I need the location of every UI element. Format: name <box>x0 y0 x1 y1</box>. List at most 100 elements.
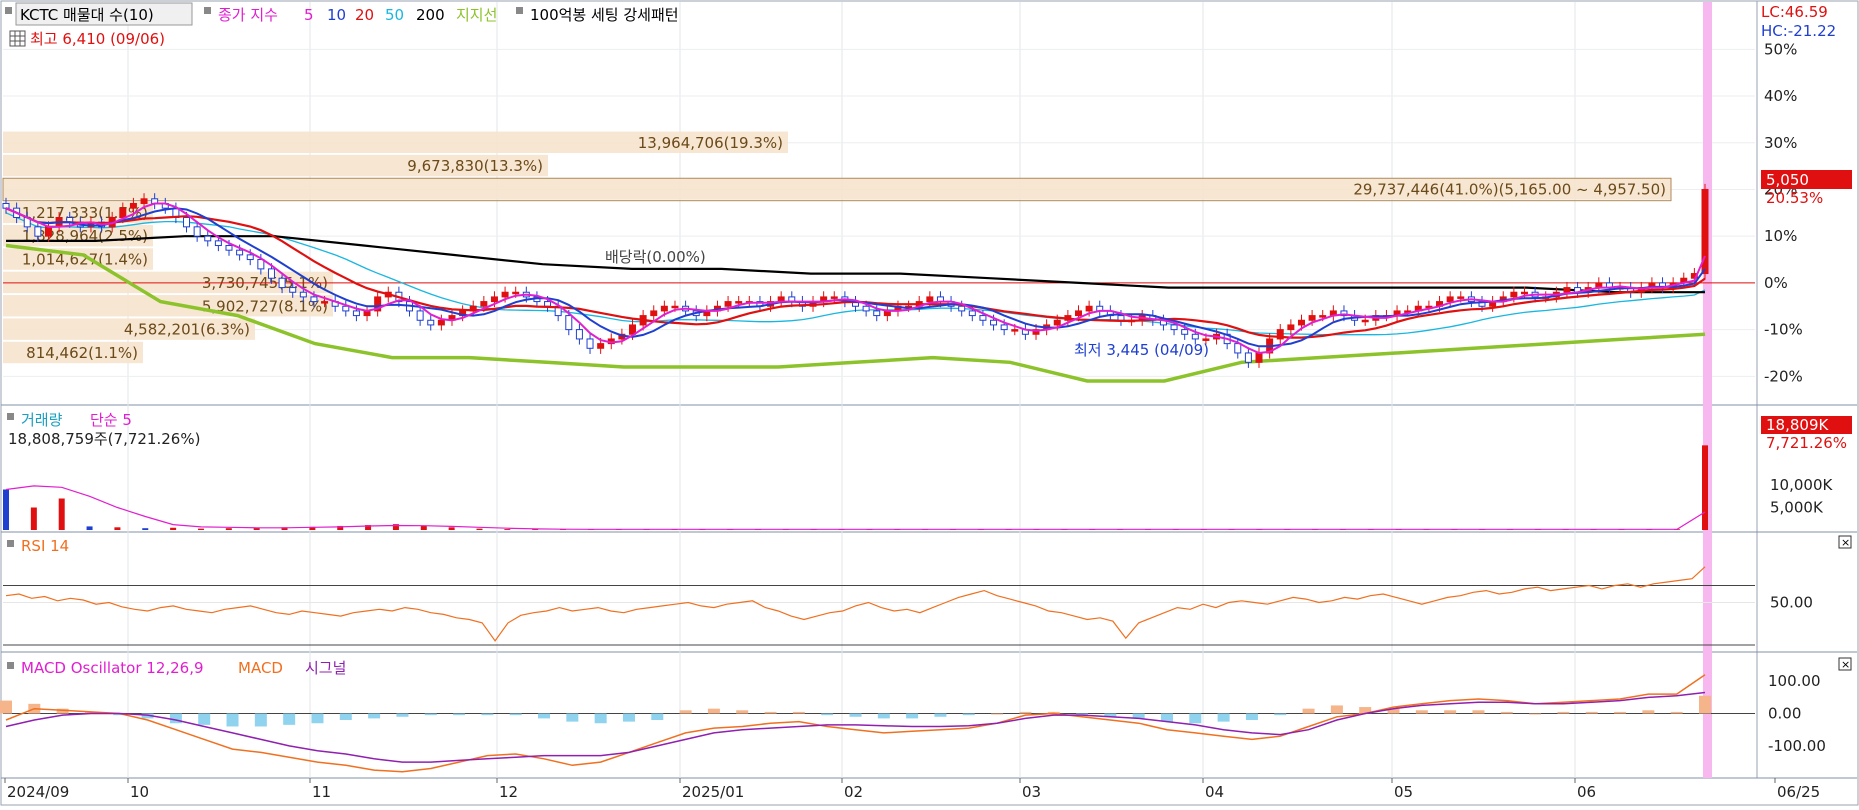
rsi-close-glyph: × <box>1841 536 1850 549</box>
volume-bar <box>504 529 511 530</box>
ma-period-5[interactable]: 5 <box>304 6 314 24</box>
symbol-label[interactable]: KCTC 매물대 수(10) <box>20 6 154 24</box>
high-price-label: 최고 6,410 (09/06) <box>30 30 165 48</box>
support-label[interactable]: 지지선 <box>456 6 497 24</box>
candle-body <box>236 249 244 256</box>
highlight-layer <box>1703 2 1712 778</box>
volume-bar <box>448 527 455 530</box>
candle-body <box>427 319 435 326</box>
volume-bar <box>86 526 93 530</box>
macd-oscillator-bar <box>1330 705 1343 714</box>
candle-body <box>565 315 573 331</box>
x-tick-label: 12 <box>499 783 518 801</box>
last-day-highlight <box>1703 2 1712 778</box>
macd-oscillator-bar <box>198 713 211 725</box>
candle-body <box>1287 324 1295 331</box>
x-tick-label: 11 <box>312 783 331 801</box>
macd-oscillator-bar <box>594 713 607 724</box>
table-icon[interactable] <box>9 30 26 47</box>
candle-body <box>1361 319 1369 323</box>
candle-body <box>225 245 233 251</box>
macd-oscillator-bar <box>254 713 267 727</box>
volume-title[interactable]: 거래량 <box>21 411 63 429</box>
macd-oscillator-bar <box>169 713 182 724</box>
volume-profile-label: 29,737,446(41.0%)(5,165.00 ~ 4,957.50) <box>1353 180 1666 198</box>
candle-body <box>204 235 212 242</box>
macd-osc-title[interactable]: MACD Oscillator 12,26,9 <box>21 659 204 677</box>
price-y-tick: -20% <box>1764 367 1803 385</box>
x-tick-label: 02 <box>844 783 863 801</box>
macd-oscillator-bar <box>934 713 947 717</box>
candle-body <box>1181 329 1189 335</box>
legend-marker <box>204 7 211 14</box>
candle-body <box>1319 315 1327 318</box>
candle-body <box>1563 287 1571 293</box>
ma-period-50[interactable]: 50 <box>385 6 404 24</box>
ma-period-200[interactable]: 200 <box>416 6 445 24</box>
candle-body <box>246 254 254 261</box>
candle-body <box>1053 319 1061 326</box>
volume-profile-label: 4,582,201(6.3%) <box>124 321 250 339</box>
volume-bar <box>30 507 37 530</box>
volume-bar <box>170 527 177 530</box>
candle-body <box>310 296 318 303</box>
candle-body <box>2 202 10 209</box>
x-tick-label: 2024/09 <box>7 783 69 801</box>
ma-period-10[interactable]: 10 <box>327 6 346 24</box>
macd-oscillator-bar <box>1302 708 1315 714</box>
macd-oscillator-bar <box>736 710 749 714</box>
volume-bar <box>476 528 483 530</box>
macd-oscillator-bar <box>1670 711 1683 714</box>
macd-oscillator-bar <box>396 713 409 717</box>
candle-body <box>1255 352 1263 363</box>
candle-body <box>44 226 52 237</box>
macd-oscillator-bar <box>1699 695 1711 714</box>
volume-summary: 18,808,759주(7,721.26%) <box>8 430 200 448</box>
ma-label[interactable]: 종가 지수 <box>218 6 278 24</box>
macd-oscillator-bar <box>962 713 975 716</box>
volume-y-tick: 10,000K <box>1770 476 1833 494</box>
price-y-tick: 30% <box>1764 134 1797 152</box>
rsi-title[interactable]: RSI 14 <box>21 537 69 555</box>
macd-oscillator-bar <box>1585 711 1598 714</box>
last-change-value: 20.53% <box>1766 189 1823 207</box>
macd-oscillator-bar <box>679 710 692 714</box>
legend-marker <box>5 7 12 14</box>
macd-oscillator-bar <box>849 713 862 717</box>
candle-body <box>342 305 350 312</box>
candle-body <box>490 296 498 303</box>
candle-body <box>671 305 679 309</box>
volume-profile-label: 814,462(1.1%) <box>26 344 138 362</box>
signal-label[interactable]: 시그널 <box>305 659 346 677</box>
macd-oscillator-bar <box>368 713 381 719</box>
candle-body <box>1011 329 1019 332</box>
candle-body <box>183 217 191 228</box>
candle-body <box>289 287 297 293</box>
macd-oscillator-bar <box>707 708 720 714</box>
macd-oscillator-bar <box>1529 713 1542 715</box>
candle-body <box>1170 324 1178 331</box>
volume-bar <box>142 528 149 530</box>
price-y-tick: 0% <box>1764 274 1788 292</box>
volume-bar <box>58 498 65 530</box>
macd-label[interactable]: MACD <box>238 659 283 677</box>
macd-y-tick: 100.00 <box>1768 672 1821 690</box>
x-tick-label: 04 <box>1205 783 1224 801</box>
legend-marker <box>7 413 14 420</box>
pattern-label[interactable]: 100억봉 세팅 강세패턴 <box>530 6 679 24</box>
volume-bar <box>197 528 204 530</box>
chart-canvas[interactable]: 13,964,706(19.3%) 9,673,830(13.3%) 29,737,… <box>0 0 1859 806</box>
price-y-tick: 50% <box>1764 40 1797 58</box>
volume-ma-label[interactable]: 단순 5 <box>90 411 132 429</box>
candle-body <box>926 296 934 303</box>
candle-body <box>724 301 732 307</box>
macd-y-tick: 0.00 <box>1768 705 1801 723</box>
x-tick-label: 05 <box>1394 783 1413 801</box>
candle-body <box>437 319 445 326</box>
candle-body <box>278 277 286 289</box>
ma-period-20[interactable]: 20 <box>355 6 374 24</box>
x-tick-label: 03 <box>1022 783 1041 801</box>
macd-oscillator-bar <box>877 713 890 719</box>
macd-oscillator-bar <box>991 713 1004 715</box>
legend-marker <box>516 7 523 14</box>
